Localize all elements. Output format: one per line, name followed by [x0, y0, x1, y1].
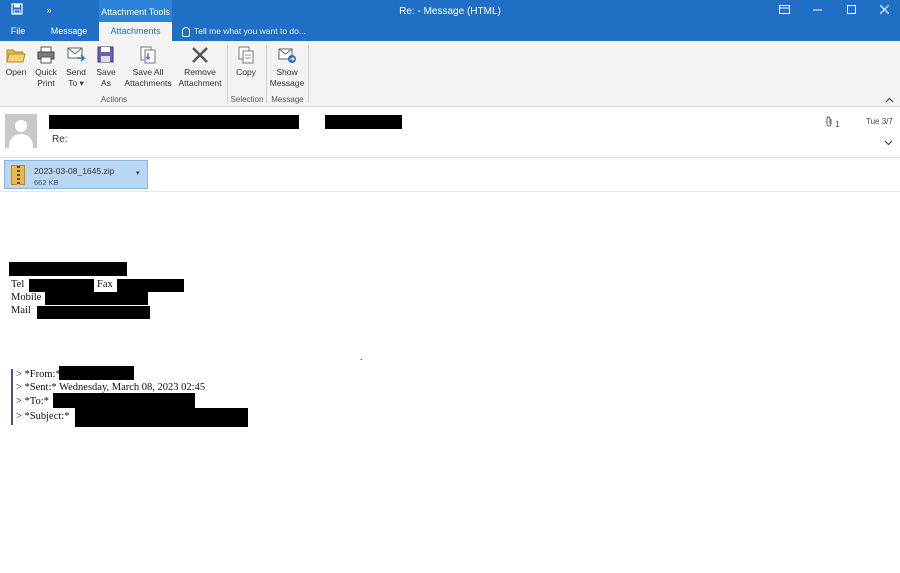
group-label-actions: Actions: [100, 95, 128, 104]
quote-subject-label: > *Subject:*: [16, 411, 70, 422]
save-all-label-2: Attachments: [124, 78, 172, 88]
quick-print-label-1: Quick: [35, 67, 57, 77]
open-label: Open: [5, 67, 27, 77]
group-label-selection: Selection: [230, 95, 264, 104]
show-message-label-1: Show: [276, 67, 298, 77]
signature-mobile-label: Mobile: [11, 292, 42, 303]
quote-sent-line: > *Sent:* Wednesday, March 08, 2023 02:4…: [16, 382, 206, 393]
remove-x-icon: [190, 45, 210, 65]
attachment-dropdown-icon[interactable]: ▾: [136, 169, 140, 177]
redacted-signature-name: [9, 262, 127, 276]
tab-file[interactable]: File: [4, 22, 32, 41]
copy-icon: [236, 45, 256, 65]
customize-quick-access-icon[interactable]: »: [42, 3, 56, 17]
ribbon-tabs: File Message Attachments Tell me what yo…: [0, 22, 900, 41]
tab-attachments[interactable]: Attachments: [99, 22, 172, 41]
remove-label-2: Attachment: [178, 78, 222, 88]
zip-file-icon: [11, 165, 25, 185]
save-all-attachments-button[interactable]: Save All Attachments: [121, 45, 175, 89]
redacted-to: [53, 393, 195, 408]
quote-bar: [11, 369, 13, 425]
attachment-count: 1: [826, 116, 840, 129]
remove-attachment-button[interactable]: Remove Attachment: [176, 45, 224, 89]
close-button[interactable]: [868, 0, 900, 22]
save-all-label-1: Save All: [132, 67, 164, 77]
attachment-count-value: 1: [835, 120, 840, 129]
paperclip-icon: [826, 116, 835, 129]
printer-icon: [36, 45, 56, 65]
ribbon: Open Quick Print Send To ▾ Save As Save …: [0, 41, 900, 107]
minimize-button[interactable]: [801, 0, 833, 22]
attachment-size: 662 KB: [34, 178, 59, 187]
attachment-tools-contextual-tab: Attachment Tools: [99, 0, 172, 22]
collapse-ribbon-icon[interactable]: [885, 95, 894, 105]
redacted-mobile: [45, 292, 148, 305]
signature-mail-label: Mail: [11, 305, 31, 316]
window-title: Re: - Message (HTML): [399, 6, 501, 17]
save-icon[interactable]: [10, 3, 24, 17]
redacted-mail: [37, 306, 150, 319]
show-message-button[interactable]: Show Message: [268, 45, 306, 89]
quote-to-label: > *To:*: [16, 396, 49, 407]
open-button[interactable]: Open: [3, 45, 29, 78]
save-as-button[interactable]: Save As: [93, 45, 119, 89]
send-to-button[interactable]: Send To ▾: [62, 45, 90, 89]
message-date: Tue 3/7: [866, 117, 893, 126]
quick-print-label-2: Print: [37, 78, 55, 88]
save-as-label-1: Save: [96, 67, 116, 77]
save-all-attachments-icon: [138, 45, 158, 65]
signature-fax-label: Fax: [97, 279, 113, 290]
redacted-recipient: [325, 115, 402, 129]
quote-from-label: > *From:*: [16, 369, 61, 380]
redacted-subject: [75, 408, 248, 427]
tell-me-text: Tell me what you want to do...: [194, 26, 306, 36]
message-subject: Re:: [52, 134, 68, 145]
folder-open-icon: [6, 45, 26, 65]
stray-dot: .: [360, 352, 363, 362]
redacted-sender: [49, 115, 299, 129]
save-as-icon: [96, 45, 116, 65]
remove-label-1: Remove: [184, 67, 216, 77]
send-to-label-1: Send: [66, 67, 86, 77]
redacted-from: [59, 366, 134, 380]
message-header: Re: 1 Tue 3/7: [0, 108, 900, 158]
attachment-name: 2023-03-08_1645.zip: [34, 166, 115, 176]
tab-message[interactable]: Message: [46, 22, 92, 41]
lightbulb-icon: [182, 26, 190, 37]
attachment-bar: 2023-03-08_1645.zip 662 KB ▾: [0, 158, 900, 192]
copy-button[interactable]: Copy: [231, 45, 261, 78]
quick-print-button[interactable]: Quick Print: [32, 45, 60, 89]
expand-header-icon[interactable]: [884, 138, 893, 149]
copy-label: Copy: [236, 67, 256, 77]
save-as-label-2: As: [101, 78, 111, 88]
avatar: [5, 114, 37, 148]
redacted-tel: [29, 279, 94, 292]
maximize-button[interactable]: [835, 0, 867, 22]
tell-me-box[interactable]: Tell me what you want to do...: [182, 22, 306, 41]
redacted-fax: [117, 279, 184, 292]
send-to-icon: [66, 45, 86, 65]
title-bar: » Attachment Tools Re: - Message (HTML): [0, 0, 900, 22]
ribbon-display-options-icon[interactable]: [768, 0, 800, 22]
attachment-item[interactable]: 2023-03-08_1645.zip 662 KB ▾: [4, 160, 148, 189]
group-separator: [308, 45, 309, 103]
show-message-icon: [277, 45, 297, 65]
show-message-label-2: Message: [269, 78, 305, 88]
send-to-label-2: To ▾: [68, 78, 84, 88]
signature-tel-label: Tel: [11, 279, 25, 290]
group-label-message: Message: [271, 95, 304, 104]
